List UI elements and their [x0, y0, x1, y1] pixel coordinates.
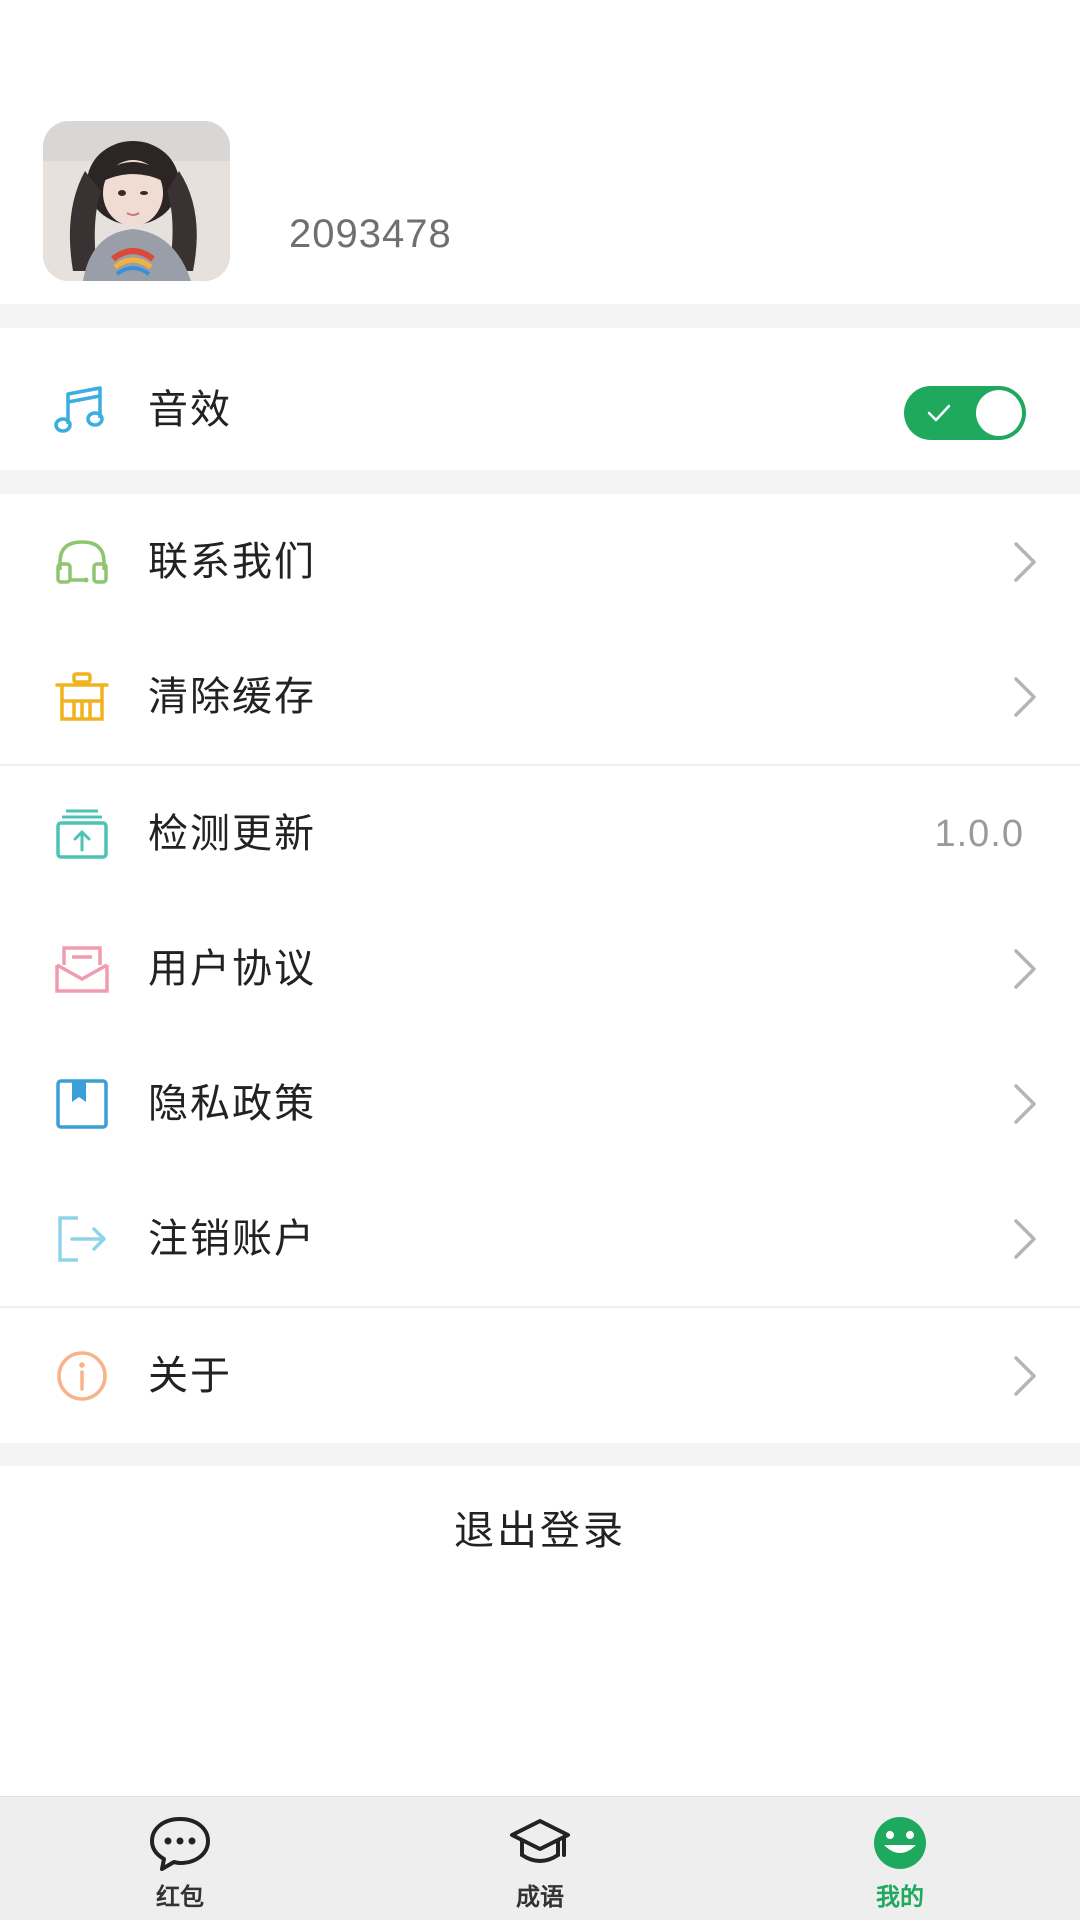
chevron-right-icon — [1010, 675, 1040, 719]
section-separator — [0, 1443, 1080, 1466]
chevron-right-icon — [1010, 1217, 1040, 1261]
logout-button[interactable]: 退出登录 — [0, 1466, 1080, 1596]
settings-row-clear-cache[interactable]: 清除缓存 — [0, 629, 1080, 764]
privacy-policy-label: 隐私政策 — [148, 1081, 316, 1127]
envelope-icon — [54, 943, 110, 995]
headset-icon — [54, 536, 110, 588]
sound-label: 音效 — [148, 387, 232, 433]
check-icon — [927, 404, 951, 422]
settings-row-sound: 音效 — [0, 328, 1080, 490]
trash-icon — [54, 671, 110, 723]
settings-row-about[interactable]: 关于 — [0, 1308, 1080, 1443]
user-agreement-label: 用户协议 — [148, 946, 316, 992]
toggle-knob — [976, 390, 1022, 436]
smiley-icon — [868, 1815, 932, 1871]
section-separator — [0, 470, 1080, 494]
chevron-right-icon — [1010, 1354, 1040, 1398]
sound-toggle[interactable] — [904, 386, 1026, 440]
tab-red-packet[interactable]: 红包 — [80, 1797, 280, 1920]
chevron-right-icon — [1010, 540, 1040, 584]
settings-row-contact[interactable]: 联系我们 — [0, 494, 1080, 629]
contact-label: 联系我们 — [148, 539, 316, 585]
settings-row-user-agreement[interactable]: 用户协议 — [0, 901, 1080, 1036]
avatar[interactable] — [43, 121, 230, 281]
bookmark-icon — [54, 1078, 110, 1130]
settings-row-delete-account[interactable]: 注销账户 — [0, 1171, 1080, 1306]
graduation-cap-icon — [508, 1815, 572, 1871]
tab-label: 成语 — [516, 1883, 564, 1911]
tab-mine[interactable]: 我的 — [800, 1797, 1000, 1920]
settings-row-check-update[interactable]: 检测更新 1.0.0 — [0, 766, 1080, 901]
info-icon — [54, 1350, 110, 1402]
section-separator — [0, 304, 1080, 328]
upload-box-icon — [54, 808, 110, 860]
about-label: 关于 — [148, 1353, 232, 1399]
user-id: 2093478 — [289, 212, 452, 256]
tab-idioms[interactable]: 成语 — [440, 1797, 640, 1920]
chat-bubble-icon — [148, 1815, 212, 1871]
avatar-image — [43, 121, 230, 281]
bottom-tab-bar: 红包 成语 我的 — [0, 1796, 1080, 1920]
music-note-icon — [54, 384, 110, 436]
delete-account-label: 注销账户 — [148, 1216, 316, 1262]
exit-icon — [54, 1213, 110, 1265]
clear-cache-label: 清除缓存 — [148, 674, 316, 720]
chevron-right-icon — [1010, 947, 1040, 991]
version-value: 1.0.0 — [934, 813, 1024, 855]
check-update-label: 检测更新 — [148, 811, 316, 857]
profile-page: 2093478 音效 联系我们 清除缓存 检测更新 1.0.0 用户协议 隐私政… — [0, 0, 1080, 1920]
settings-row-privacy-policy[interactable]: 隐私政策 — [0, 1036, 1080, 1171]
profile-header: 2093478 — [0, 0, 1080, 304]
chevron-right-icon — [1010, 1082, 1040, 1126]
tab-label: 红包 — [156, 1883, 204, 1911]
tab-label: 我的 — [876, 1883, 924, 1911]
